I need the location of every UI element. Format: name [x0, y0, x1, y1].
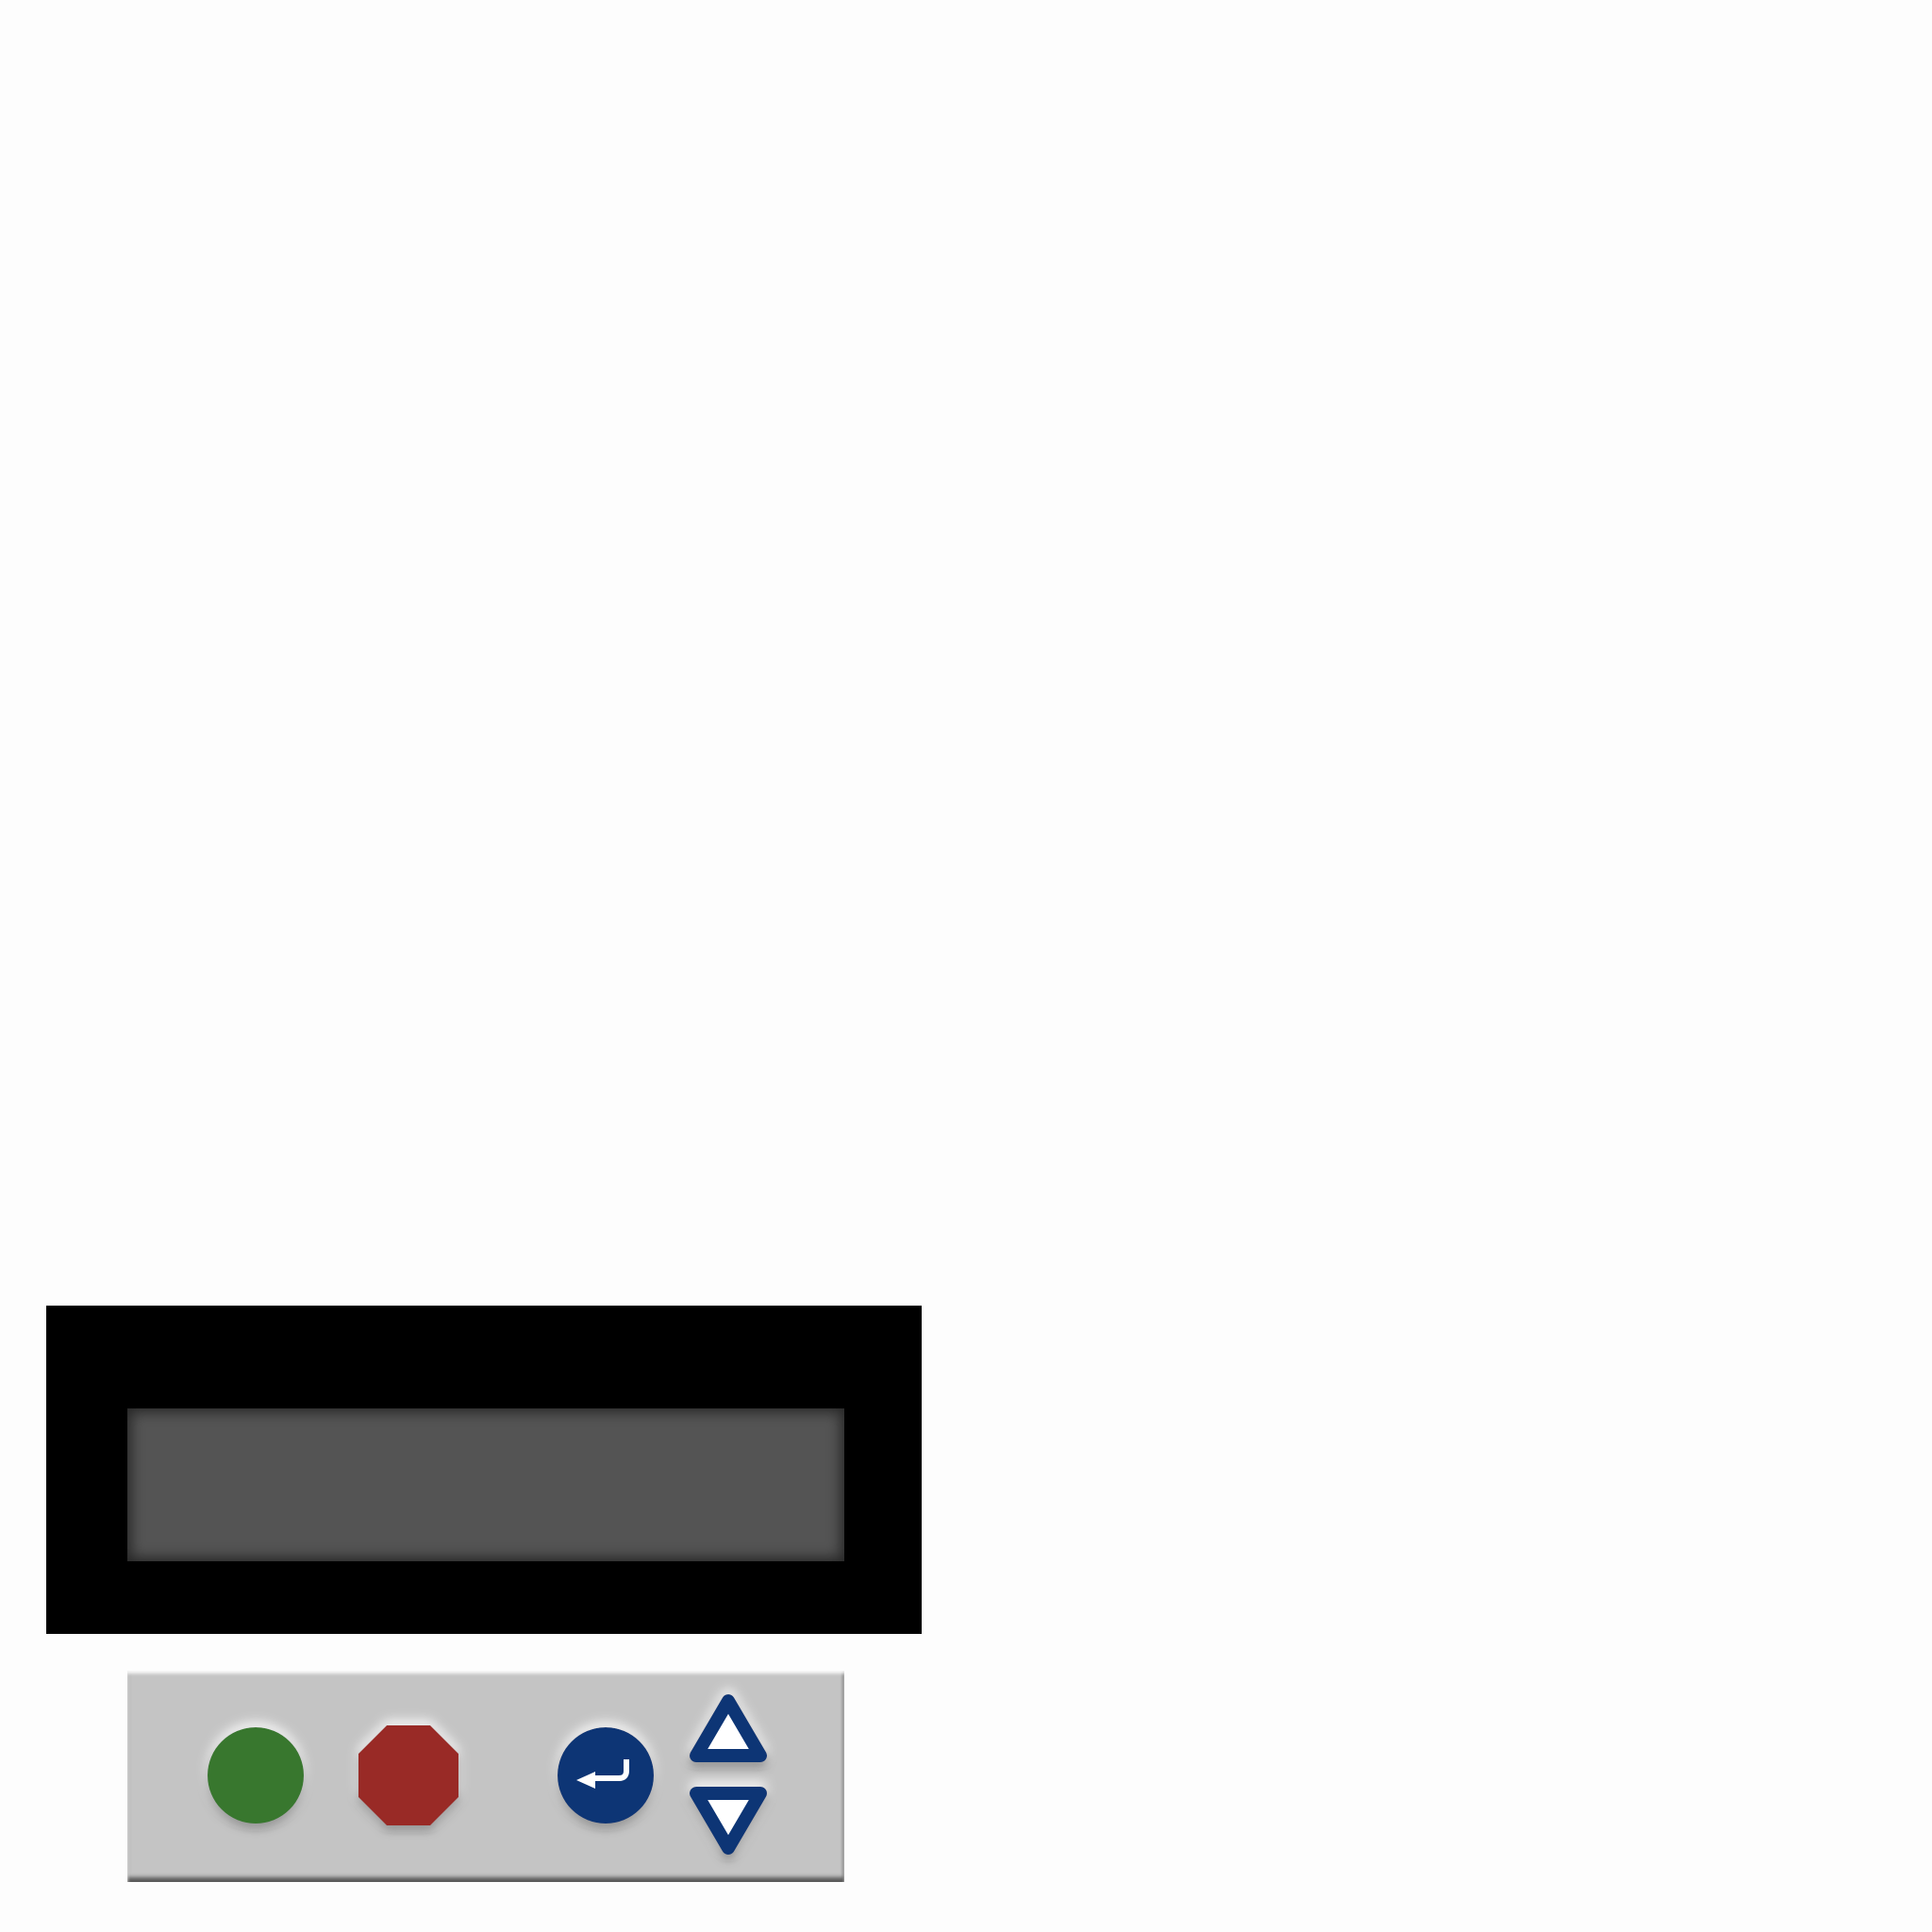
enter-icon	[558, 1727, 654, 1824]
stop-button[interactable]	[357, 1724, 460, 1827]
lcd-line-2	[156, 1480, 816, 1533]
lcd-line-1	[156, 1427, 816, 1480]
start-circle-icon	[208, 1727, 304, 1824]
down-button[interactable]	[690, 1780, 767, 1856]
down-triangle-icon	[690, 1787, 767, 1855]
stop-octagon-icon	[358, 1725, 458, 1825]
lcd-display-frame	[46, 1306, 922, 1634]
lcd-screen	[127, 1408, 844, 1561]
up-triangle-icon	[690, 1694, 767, 1762]
keypad	[127, 1671, 844, 1882]
start-button[interactable]	[207, 1724, 305, 1827]
up-button[interactable]	[690, 1694, 767, 1769]
hmi-panel	[0, 0, 1932, 1932]
enter-button[interactable]	[556, 1724, 656, 1827]
